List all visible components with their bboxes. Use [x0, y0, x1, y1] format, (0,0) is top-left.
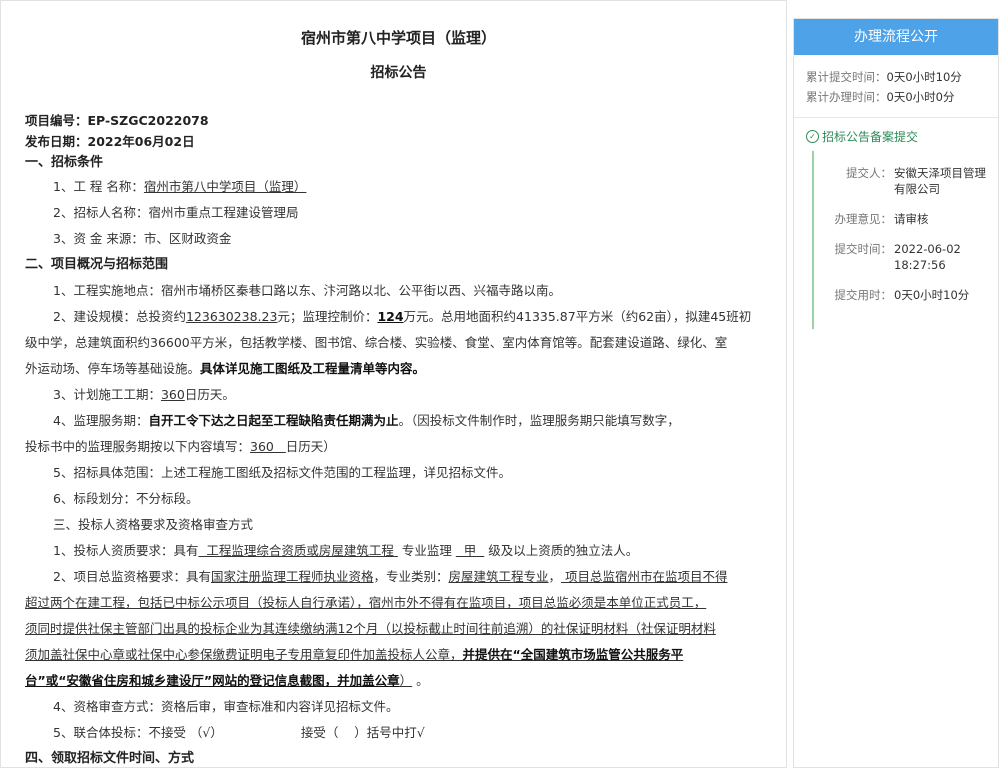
section-4-title: 四、领取招标文件时间、方式: [25, 751, 195, 766]
s2-line-5: 5、招标具体范围：上述工程施工图纸及招标文件范围的工程监理，详见招标文件。: [53, 465, 511, 480]
s1-line-2: 2、招标人名称：宿州市重点工程建设管理局: [53, 205, 299, 220]
step-title: ✓ 招标公告备案提交: [806, 128, 998, 145]
sidebar-stats: 累计提交时间：0天0小时10分 累计办理时间：0天0小时0分: [794, 55, 998, 118]
s2-line-2: 2、建设规模：总投资约123630238.23元；监理控制价：124万元。总用地…: [53, 309, 752, 324]
announcement-document: 宿州市第八中学项目（监理） 招标公告 项目编号：EP-SZGC2022078 发…: [0, 0, 787, 768]
s3-line-2-cont1: 超过两个在建工程，包括已中标公示项目（投标人自行承诺），宿州市外不得有在监项目，…: [25, 595, 707, 610]
section-3-title: 三、投标人资格要求及资格审查方式: [53, 517, 254, 532]
s2-line-2-cont: 级中学，总建筑面积约36600平方米，包括教学楼、图书馆、综合楼、实验楼、食堂、…: [25, 335, 728, 350]
opinion-row: 办理意见： 请审核: [834, 212, 929, 226]
section-2-title: 二、项目概况与招标范围: [25, 257, 169, 272]
s3-line-2-cont2: 须同时提供社保主管部门出具的投标企业为其连续缴纳满12个月（以投标截止时间往前追…: [25, 621, 716, 636]
s2-line-6: 6、标段划分：不分标段。: [53, 491, 199, 506]
s2-line-3: 3、计划施工工期：360日历天。: [53, 387, 235, 402]
s2-line-4-cont: 投标书中的监理服务期按以下内容填写：360 日历天）: [25, 439, 336, 454]
s3-line-1: 1、投标人资质要求：具有 工程监理综合资质或房屋建筑工程 专业监理 甲 级及以上…: [53, 543, 639, 558]
step-timeline: 提交人： 安徽天泽项目管理有限公司 办理意见： 请审核 提交时间： 2022-06-0…: [812, 151, 998, 329]
project-number: 项目编号：EP-SZGC2022078: [25, 113, 209, 128]
s1-line-3: 3、资 金 来源：市、区财政资金: [53, 231, 232, 246]
s3-line-2-cont3: 须加盖社保中心章或社保中心参保缴费证明电子专用章复印件加盖投标人公章，并提供在“…: [25, 647, 684, 662]
s2-line-4: 4、监理服务期：自开工令下达之日起至工程缺陷责任期满为止。（因投标文件制作时，监…: [53, 413, 680, 428]
s3-line-4: 4、资格审查方式：资格后审，审查标准和内容详见招标文件。: [53, 699, 399, 714]
document-subtitle: 招标公告: [370, 65, 427, 81]
check-circle-icon: ✓: [806, 130, 819, 143]
s1-line-1: 1、工 程 名称：宿州市第八中学项目（监理）: [53, 179, 307, 194]
s2-line-1: 1、工程实施地点：宿州市埇桥区秦巷口路以东、汴河路以北、公平街以西、兴福寺路以南…: [53, 283, 561, 298]
process-sidebar: 办理流程公开 累计提交时间：0天0小时10分 累计办理时间：0天0小时0分 ✓ …: [793, 18, 999, 768]
s3-line-2-cont4: 台”或“安徽省住房和城乡建设厅”网站的登记信息截图，并加盖公章） 。: [25, 673, 429, 688]
submit-used-row: 提交用时： 0天0小时10分: [834, 288, 970, 302]
total-submit-time: 累计提交时间：0天0小时10分: [806, 70, 962, 84]
s3-line-5: 5、联合体投标：不接受 （√） 接受（ ）括号中打√: [53, 725, 425, 740]
submitter-row: 提交人： 安徽天泽项目管理有限公司: [846, 166, 986, 196]
s2-line-2-cont2: 外运动场、停车场等基础设施。具体详见施工图纸及工程量清单等内容。: [25, 361, 426, 376]
submit-time-row: 提交时间： 2022-06-02 18:27:56: [834, 242, 961, 272]
total-process-time: 累计办理时间：0天0小时0分: [806, 90, 955, 104]
s3-line-2: 2、项目总监资格要求：具有国家注册监理工程师执业资格，专业类别：房屋建筑工程专业…: [53, 569, 728, 584]
step-title-label: 招标公告备案提交: [822, 130, 919, 144]
sidebar-header: 办理流程公开: [794, 19, 998, 55]
document-title: 宿州市第八中学项目（监理）: [300, 29, 496, 47]
section-1-title: 一、招标条件: [25, 155, 104, 170]
publish-date: 发布日期：2022年06月02日: [25, 134, 195, 149]
